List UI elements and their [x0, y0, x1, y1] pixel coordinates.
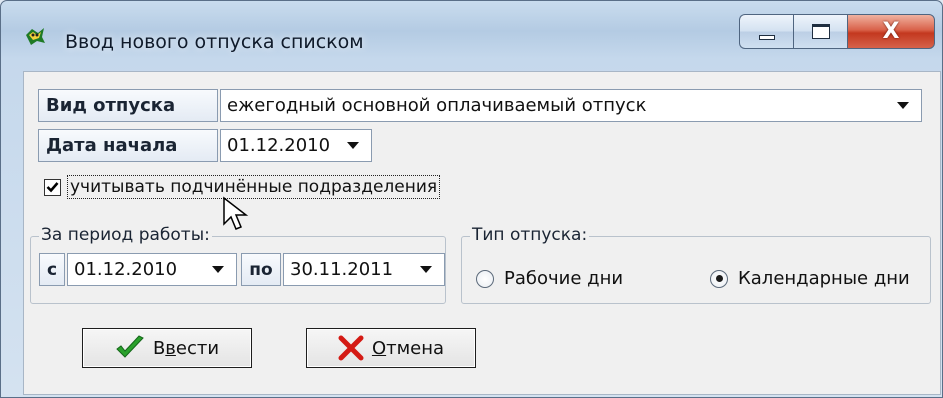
leave-type-label: Вид отпуска [38, 89, 218, 122]
radio-working-days-row[interactable]: Рабочие дни [476, 268, 623, 289]
leave-kind-group: Тип отпуска: Рабочие дни Календарные дни [461, 225, 931, 304]
caption-buttons: X [739, 14, 935, 49]
radio-working-days[interactable] [476, 269, 494, 288]
period-from-value: 01.12.2010 [74, 259, 178, 280]
cancel-button[interactable]: Отмена [306, 328, 476, 368]
start-date-value: 01.12.2010 [227, 135, 331, 156]
period-to-value: 30.11.2011 [290, 259, 394, 280]
chevron-down-icon[interactable] [212, 266, 224, 273]
radio-working-days-label[interactable]: Рабочие дни [504, 268, 623, 289]
radio-selected-dot [715, 275, 723, 282]
work-period-group: За период работы: с 01.12.2010 по 30.11.… [30, 225, 446, 304]
dialog-window: Ввод нового отпуска списком X Вид отпуск… [0, 0, 943, 398]
title-bar[interactable]: Ввод нового отпуска списком X [1, 1, 942, 63]
mouse-cursor-icon [223, 196, 249, 230]
period-from-label: с [39, 253, 65, 286]
maximize-icon [811, 24, 830, 39]
start-date-label: Дата начала [38, 129, 218, 162]
leave-type-value: ежегодный основной оплачиваемый отпуск [227, 95, 647, 116]
radio-calendar-days-row[interactable]: Календарные дни [710, 268, 910, 289]
chevron-down-icon[interactable] [420, 266, 432, 273]
maximize-button[interactable] [793, 14, 847, 49]
minimize-button[interactable] [739, 14, 793, 49]
radio-calendar-days[interactable] [710, 269, 728, 288]
window-title: Ввод нового отпуска списком [65, 31, 364, 53]
include-subdivisions-checkbox[interactable] [44, 178, 61, 196]
ok-button[interactable]: Ввести [82, 328, 252, 368]
close-button[interactable]: X [847, 14, 935, 49]
radio-calendar-days-label[interactable]: Календарные дни [738, 268, 910, 289]
chevron-down-icon[interactable] [347, 142, 359, 149]
app-icon [26, 28, 45, 45]
chevron-down-icon[interactable] [897, 102, 909, 109]
close-icon: X [882, 18, 900, 44]
cancel-button-label: Отмена [371, 337, 445, 359]
checkmark-small-icon [46, 182, 59, 193]
start-date-picker[interactable]: 01.12.2010 [220, 129, 372, 162]
leave-kind-title: Тип отпуска: [470, 225, 590, 245]
checkmark-icon [115, 335, 145, 361]
cross-icon [338, 335, 364, 361]
period-to-picker[interactable]: 30.11.2011 [283, 253, 445, 286]
period-to-label: по [241, 253, 281, 286]
leave-type-select[interactable]: ежегодный основной оплачиваемый отпуск [220, 89, 922, 122]
work-period-title: За период работы: [39, 225, 212, 245]
minimize-icon [758, 35, 775, 40]
period-from-picker[interactable]: 01.12.2010 [67, 253, 237, 286]
ok-button-label: Ввести [152, 337, 220, 359]
dialog-client-area: Вид отпуска ежегодный основной оплачивае… [23, 71, 941, 395]
